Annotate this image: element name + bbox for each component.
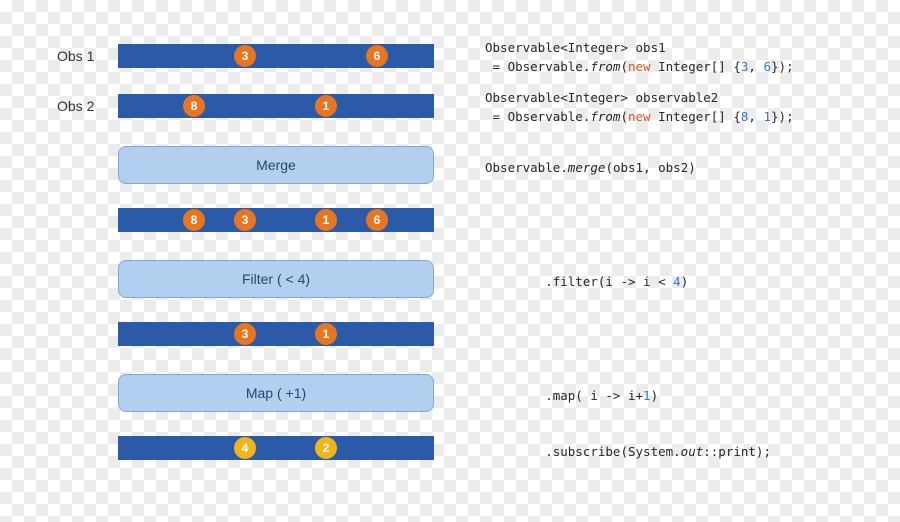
obs2-label: Obs 2 (57, 98, 112, 114)
code-filter: .filter(i -> i < 4) (485, 272, 895, 291)
marble-filtered-1: 1 (315, 323, 337, 345)
code-text: ) (681, 274, 689, 289)
code-obs1: Observable<Integer> obs1 = Observable.fr… (485, 38, 895, 77)
code-number: 6 (763, 59, 771, 74)
code-merge: Observable.merge(obs1, obs2) (485, 158, 895, 177)
code-text: .map( i -> i+ (485, 388, 643, 403)
marble-merged-1: 3 (234, 209, 256, 231)
code-number: 4 (673, 274, 681, 289)
operator-filter: Filter ( < 4) (118, 260, 434, 298)
code-text: , (748, 109, 763, 124)
code-text: Integer[] { (651, 59, 741, 74)
obs1-label: Obs 1 (57, 48, 112, 64)
marble-mapped-1: 2 (315, 437, 337, 459)
code-text: from (590, 59, 620, 74)
code-keyword: new (628, 109, 651, 124)
code-text: ( (620, 59, 628, 74)
code-text: Observable<Integer> obs1 (485, 40, 666, 55)
code-keyword: new (628, 59, 651, 74)
code-text: = Observable. (485, 59, 590, 74)
marble-merged-2: 1 (315, 209, 337, 231)
code-map: .map( i -> i+1) (485, 386, 895, 405)
code-text: (obs1, obs2) (605, 160, 695, 175)
code-subscribe: .subscribe(System.out::print); (485, 442, 895, 461)
code-text: merge (568, 160, 606, 175)
marble-obs2-0: 8 (183, 95, 205, 117)
marble-mapped-0: 4 (234, 437, 256, 459)
stream-filtered: 3 1 (118, 322, 434, 346)
marble-obs1-0: 3 (234, 45, 256, 67)
code-number: 1 (643, 388, 651, 403)
code-text: out (681, 444, 704, 459)
code-text: = Observable. (485, 109, 590, 124)
stream-obs1: 3 6 (118, 44, 434, 68)
code-text: from (590, 109, 620, 124)
code-text: , (748, 59, 763, 74)
marble-filtered-0: 3 (234, 323, 256, 345)
code-text: ::print); (703, 444, 771, 459)
marble-obs2-1: 1 (315, 95, 337, 117)
code-text: .filter(i -> i < (485, 274, 673, 289)
stream-mapped: 4 2 (118, 436, 434, 460)
code-text: ( (620, 109, 628, 124)
code-text: .subscribe(System. (485, 444, 681, 459)
code-text: }); (771, 59, 794, 74)
operator-map: Map ( +1) (118, 374, 434, 412)
code-number: 1 (763, 109, 771, 124)
marble-obs1-1: 6 (366, 45, 388, 67)
code-text: }); (771, 109, 794, 124)
marble-merged-0: 8 (183, 209, 205, 231)
code-text: Observable<Integer> observable2 (485, 90, 718, 105)
stream-obs2: 8 1 (118, 94, 434, 118)
marble-merged-3: 6 (366, 209, 388, 231)
code-text: Observable. (485, 160, 568, 175)
code-obs2: Observable<Integer> observable2 = Observ… (485, 88, 895, 127)
code-text: Integer[] { (651, 109, 741, 124)
operator-merge: Merge (118, 146, 434, 184)
code-text: ) (651, 388, 659, 403)
stream-merged: 8 3 1 6 (118, 208, 434, 232)
